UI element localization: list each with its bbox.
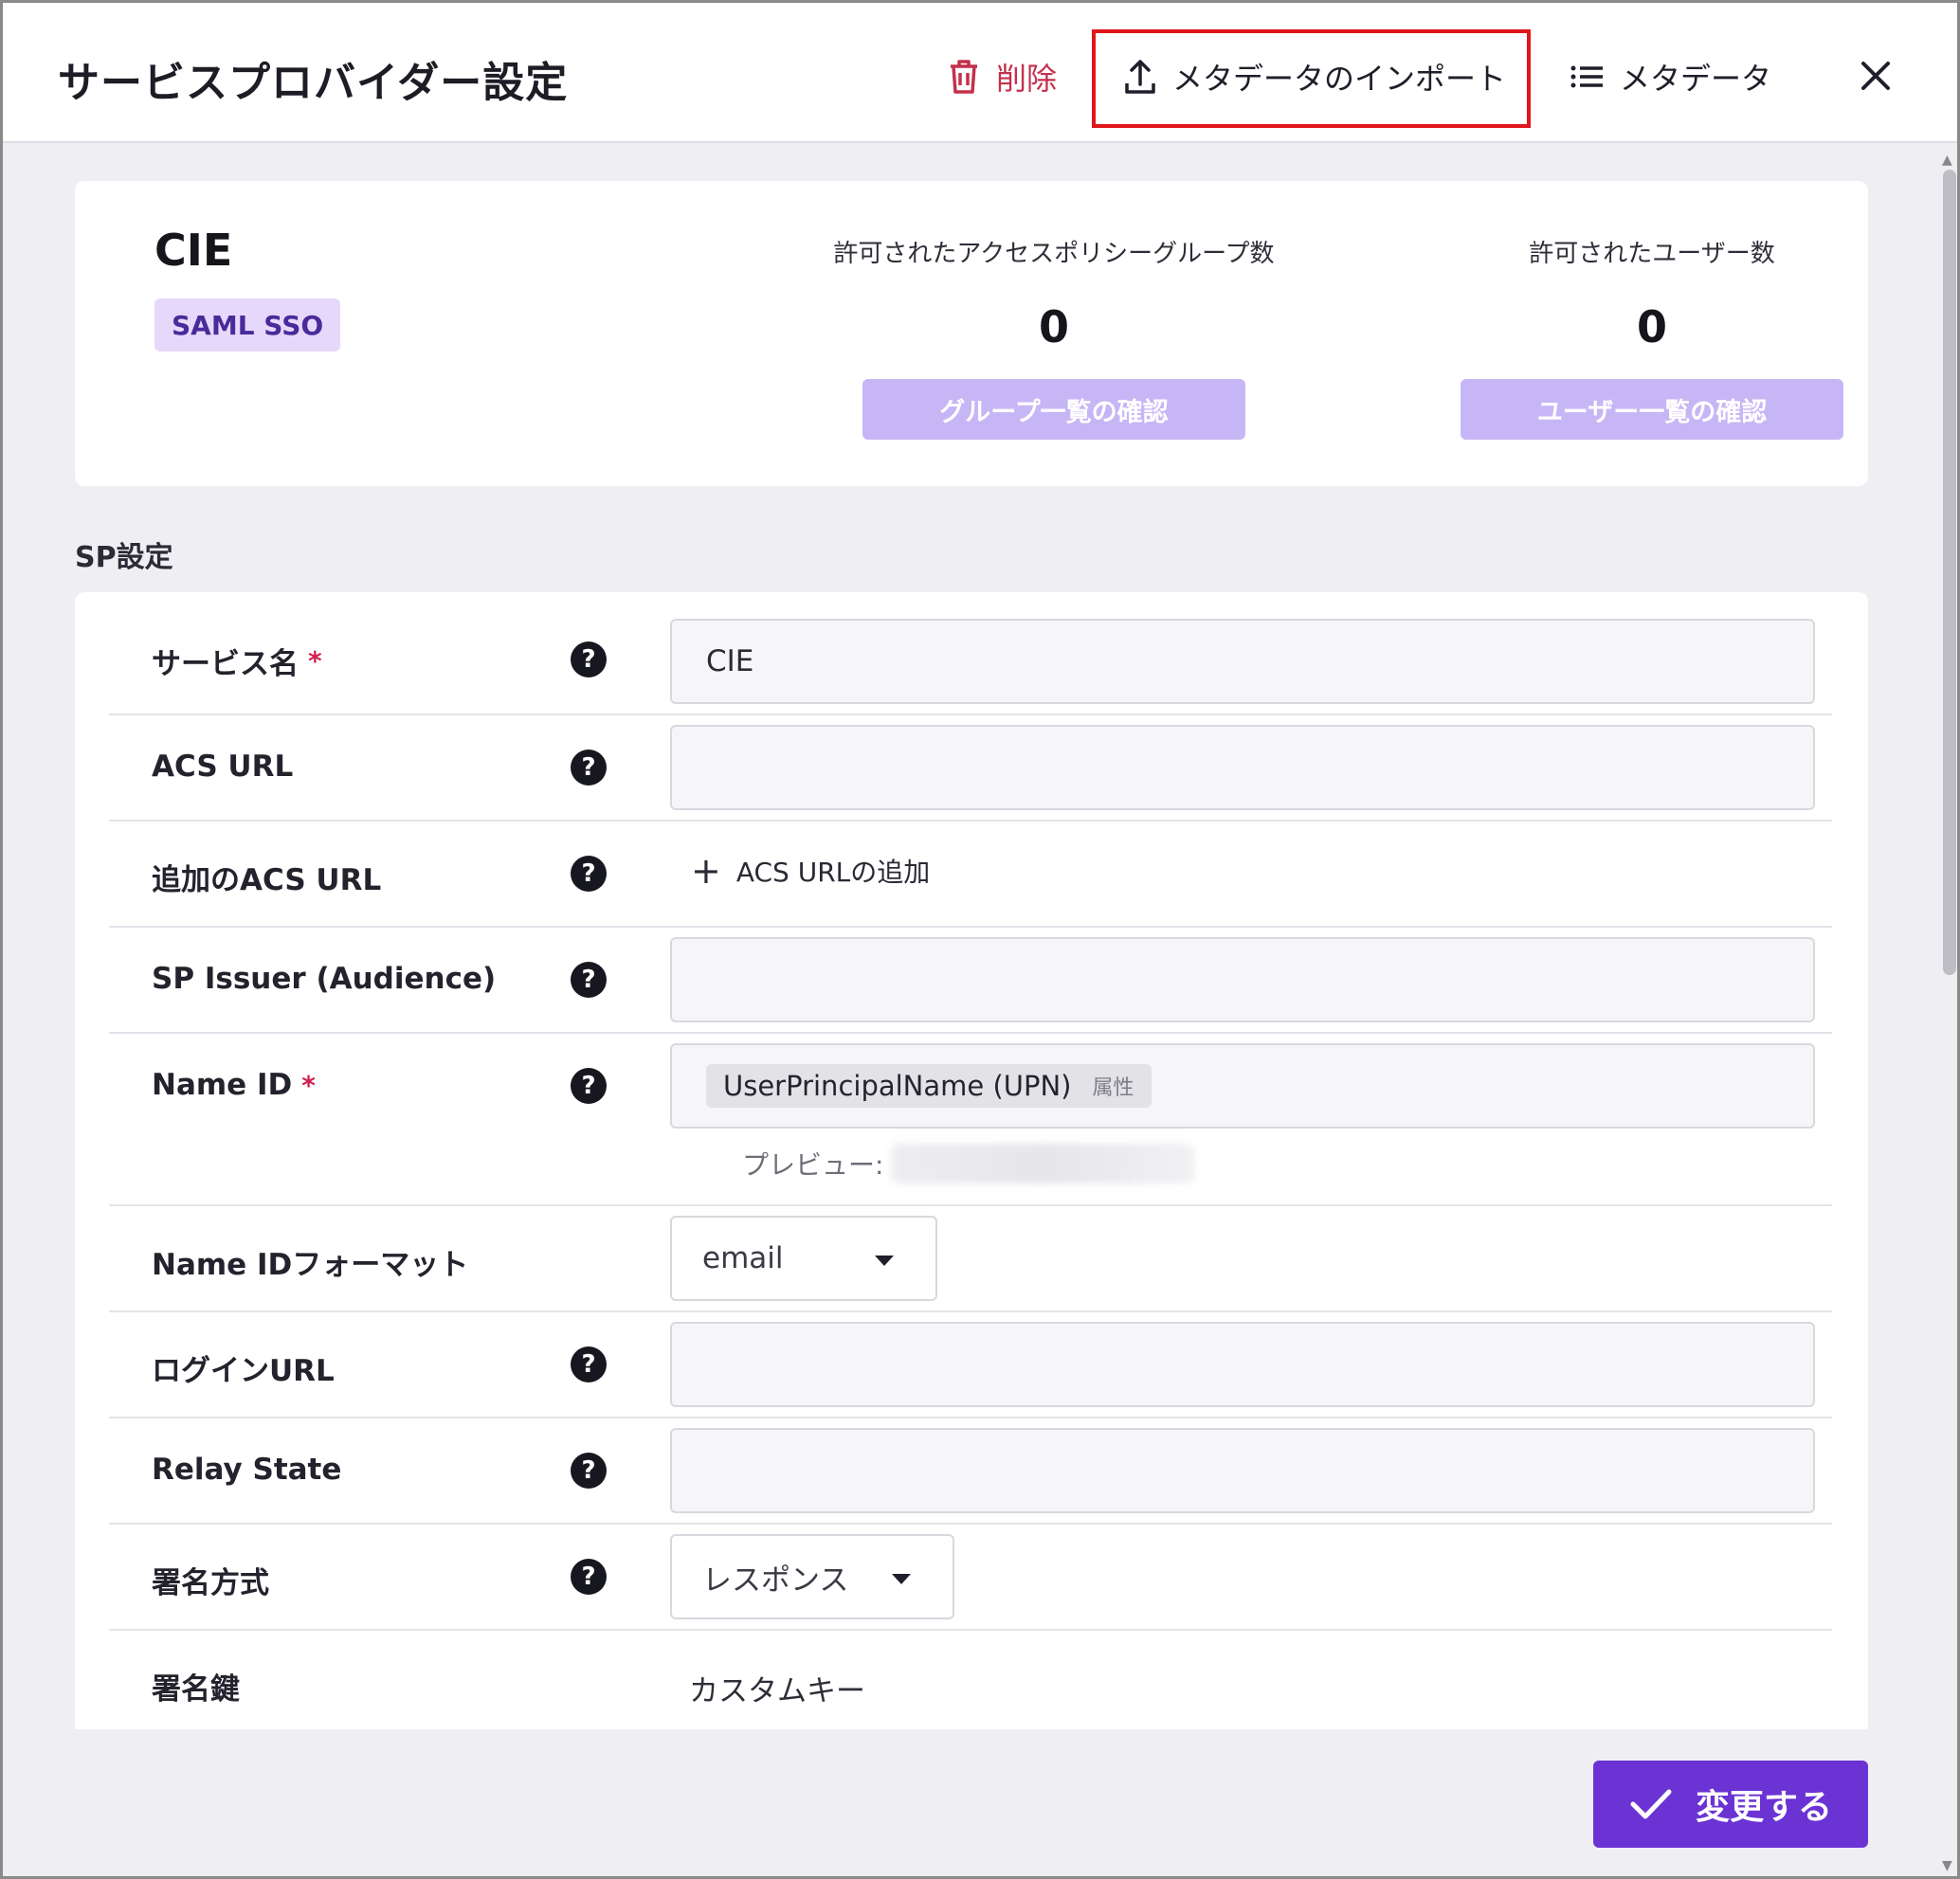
row-name-id: Name ID * ? UserPrincipalName (UPN) 属性 プ… [109, 1034, 1832, 1206]
dialog-title: サービスプロバイダー設定 [58, 59, 569, 107]
dialog-header: サービスプロバイダー設定 削除 メタデータのインポート メタデータ [3, 3, 1957, 143]
name-id-format-value: email [702, 1241, 784, 1275]
required-mark: * [308, 645, 322, 677]
list-icon [1569, 58, 1606, 96]
signature-method-value: レスポンス [702, 1563, 849, 1598]
delete-button[interactable]: 削除 [945, 50, 1057, 103]
app-name: CIE [154, 225, 233, 276]
help-icon[interactable]: ? [571, 962, 607, 998]
metadata-button[interactable]: メタデータ [1569, 50, 1771, 103]
name-id-preview: プレビュー: [742, 1144, 1195, 1183]
summary-card: CIE SAML SSO 許可されたアクセスポリシーグループ数 0 グループ一覧… [75, 181, 1868, 486]
acs-url-input[interactable] [670, 725, 1815, 810]
close-button[interactable] [1857, 52, 1895, 99]
preview-value-blurred [891, 1144, 1195, 1183]
service-name-label-text: サービス名 [152, 647, 299, 681]
caret-down-icon [875, 1256, 894, 1266]
row-relay-state: Relay State ? [109, 1418, 1832, 1525]
trash-icon [945, 58, 983, 96]
help-icon[interactable]: ? [571, 750, 607, 786]
allowed-users-label: 許可されたユーザー数 [1529, 240, 1775, 268]
name-id-chip-text: UserPrincipalName (UPN) [723, 1070, 1072, 1102]
relay-state-label: Relay State [152, 1453, 342, 1487]
close-icon [1861, 62, 1890, 90]
signature-method-label: 署名方式 [152, 1566, 269, 1600]
row-service-name: サービス名 * ? CIE [109, 592, 1832, 715]
name-id-input[interactable]: UserPrincipalName (UPN) 属性 [670, 1043, 1815, 1129]
allowed-users-count: 0 [1636, 301, 1667, 352]
name-id-label-text: Name ID [152, 1068, 293, 1102]
signature-key-value: カスタムキー [689, 1674, 865, 1708]
row-signature-method: 署名方式 ? レスポンス [109, 1525, 1832, 1631]
required-mark: * [301, 1069, 316, 1101]
help-icon[interactable]: ? [571, 641, 607, 678]
help-icon[interactable]: ? [571, 1453, 607, 1489]
allowed-groups-count: 0 [1038, 301, 1069, 352]
help-icon[interactable]: ? [571, 1346, 607, 1382]
check-icon [1629, 1787, 1673, 1821]
view-groups-button[interactable]: グループ一覧の確認 [862, 379, 1245, 440]
metadata-label: メタデータ [1620, 61, 1772, 97]
row-additional-acs: 追加のACS URL ? + ACS URLの追加 [109, 822, 1832, 928]
view-users-button[interactable]: ユーザー一覧の確認 [1461, 379, 1843, 440]
add-acs-url-button[interactable]: + ACS URLの追加 [691, 850, 930, 892]
row-sp-issuer: SP Issuer (Audience) ? [109, 928, 1832, 1034]
service-name-label: サービス名 * [152, 640, 322, 682]
scroll-up-arrow-icon[interactable]: ▲ [1942, 153, 1952, 168]
allowed-groups-label: 許可されたアクセスポリシーグループ数 [833, 240, 1275, 268]
row-name-id-format: Name IDフォーマット email [109, 1206, 1832, 1312]
login-url-input[interactable] [670, 1322, 1815, 1407]
section-title: SP設定 [75, 541, 173, 574]
relay-state-input[interactable] [670, 1428, 1815, 1513]
signature-method-select[interactable]: レスポンス [670, 1534, 954, 1619]
preview-label: プレビュー: [742, 1149, 884, 1181]
scrollbar-thumb[interactable] [1943, 170, 1956, 975]
acs-url-label: ACS URL [152, 750, 294, 784]
submit-changes-button[interactable]: 変更する [1593, 1761, 1868, 1848]
name-id-attribute-chip[interactable]: UserPrincipalName (UPN) 属性 [706, 1064, 1152, 1108]
row-login-url: ログインURL ? [109, 1312, 1832, 1418]
login-url-label: ログインURL [152, 1354, 335, 1388]
help-icon[interactable]: ? [571, 856, 607, 892]
scroll-down-arrow-icon[interactable]: ▼ [1942, 1858, 1952, 1873]
highlight-box [1092, 29, 1531, 128]
signature-key-label: 署名鍵 [152, 1672, 240, 1707]
allowed-users-stat: 許可されたユーザー数 0 ユーザー一覧の確認 [1387, 234, 1917, 440]
row-acs-url: ACS URL ? [109, 715, 1832, 822]
additional-acs-label: 追加のACS URL [152, 863, 382, 897]
attribute-tag: 属性 [1092, 1076, 1134, 1100]
name-id-format-label: Name IDフォーマット [152, 1248, 469, 1282]
service-provider-dialog: サービスプロバイダー設定 削除 メタデータのインポート メタデータ CIE SA… [0, 0, 1960, 1879]
sp-issuer-input[interactable] [670, 937, 1815, 1022]
help-icon[interactable]: ? [571, 1559, 607, 1595]
allowed-groups-stat: 許可されたアクセスポリシーグループ数 0 グループ一覧の確認 [789, 234, 1319, 440]
protocol-badge: SAML SSO [154, 298, 341, 352]
delete-label: 削除 [996, 61, 1058, 97]
plus-icon: + [691, 850, 721, 892]
submit-label: 変更する [1695, 1788, 1832, 1827]
caret-down-icon [892, 1574, 911, 1584]
name-id-format-select[interactable]: email [670, 1216, 937, 1301]
name-id-label: Name ID * [152, 1068, 316, 1102]
sp-settings-form: サービス名 * ? CIE ACS URL ? 追加のACS URL ? + A… [75, 592, 1868, 1729]
sp-issuer-label: SP Issuer (Audience) [152, 962, 497, 996]
service-name-input[interactable]: CIE [670, 619, 1815, 704]
row-signature-key: 署名鍵 カスタムキー [109, 1631, 1832, 1729]
add-acs-url-label: ACS URLの追加 [735, 857, 931, 888]
help-icon[interactable]: ? [571, 1068, 607, 1104]
